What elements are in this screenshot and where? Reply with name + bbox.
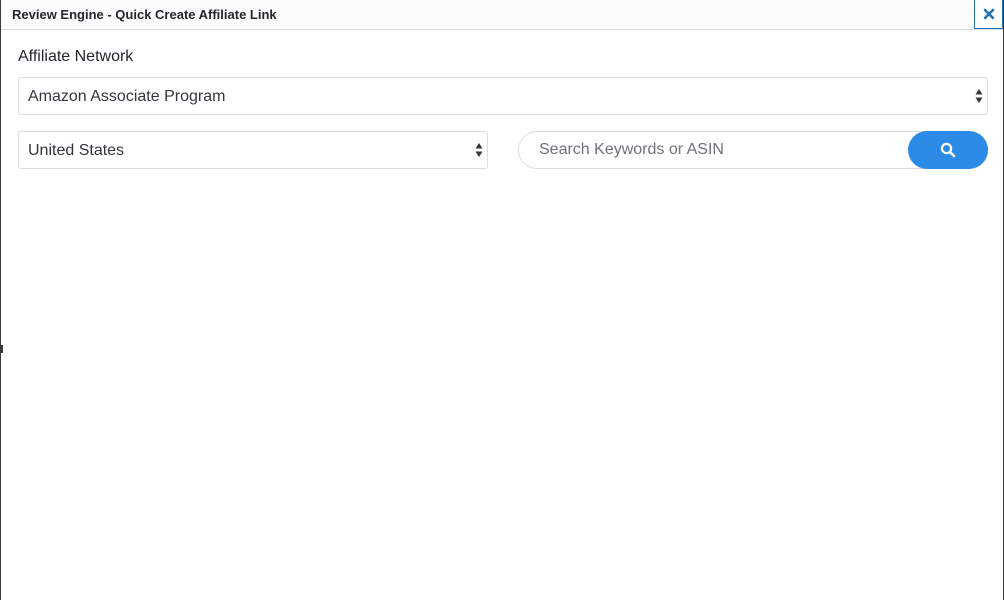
close-icon [983, 8, 995, 20]
affiliate-network-value: Amazon Associate Program [28, 88, 226, 105]
search-icon [940, 142, 956, 158]
search-button[interactable] [908, 131, 988, 169]
search-field [518, 131, 988, 169]
quick-create-dialog: Review Engine - Quick Create Affiliate L… [0, 0, 1004, 600]
affiliate-network-select[interactable]: Amazon Associate Program [18, 77, 988, 115]
edge-marker [0, 345, 3, 353]
country-value: United States [28, 142, 125, 159]
affiliate-network-label: Affiliate Network [18, 48, 134, 65]
select-arrows-icon [975, 88, 983, 104]
dialog-titlebar: Review Engine - Quick Create Affiliate L… [1, 0, 1003, 30]
dialog-title: Review Engine - Quick Create Affiliate L… [12, 7, 277, 22]
search-input[interactable] [519, 132, 909, 168]
select-arrows-icon [475, 142, 483, 158]
country-select[interactable]: United States [18, 131, 488, 169]
close-button[interactable] [974, 0, 1003, 29]
